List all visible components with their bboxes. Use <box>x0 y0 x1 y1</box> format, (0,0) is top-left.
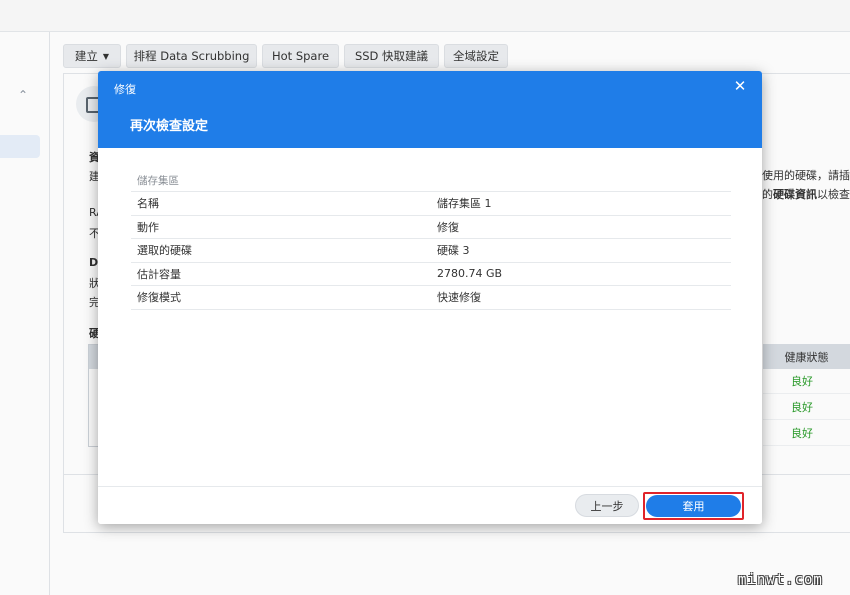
summary-row: 動作 修復 <box>131 216 731 239</box>
back-button-label: 上一步 <box>590 499 624 513</box>
dialog-footer: 上一步 套用 <box>98 486 762 524</box>
summary-key: 修復模式 <box>137 291 181 305</box>
summary-row: 估計容量 2780.74 GB <box>131 263 731 286</box>
summary-row: 名稱 儲存集區 1 <box>131 192 731 216</box>
close-icon[interactable]: ✕ <box>732 78 748 94</box>
summary-key: 動作 <box>137 220 159 234</box>
summary-key: 選取的硬碟 <box>137 244 192 258</box>
section-label-text: 儲存集區 <box>137 174 179 187</box>
summary-value: 儲存集區 1 <box>437 197 492 211</box>
summary-value: 修復 <box>437 220 459 234</box>
settings-summary: 儲存集區 名稱 儲存集區 1 動作 修復 選取的硬碟 硬碟 3 估計容量 278… <box>131 169 731 310</box>
summary-value: 硬碟 3 <box>437 244 470 258</box>
summary-value: 2780.74 GB <box>437 267 503 281</box>
watermark: minwt.com <box>738 572 823 588</box>
summary-key: 名稱 <box>137 197 159 211</box>
apply-button-label: 套用 <box>682 500 705 513</box>
summary-value: 快速修復 <box>437 291 481 305</box>
summary-row: 修復模式 快速修復 <box>131 286 731 310</box>
dialog-header: 修復 ✕ 再次檢查設定 <box>98 71 762 148</box>
dialog-heading: 再次檢查設定 <box>130 119 209 134</box>
dialog-title: 修復 <box>114 83 136 96</box>
section-label: 儲存集區 <box>131 169 731 192</box>
summary-key: 估計容量 <box>137 267 181 281</box>
summary-row: 選取的硬碟 硬碟 3 <box>131 239 731 263</box>
apply-button[interactable]: 套用 <box>646 495 741 517</box>
back-button[interactable]: 上一步 <box>575 494 639 517</box>
repair-dialog: 修復 ✕ 再次檢查設定 儲存集區 名稱 儲存集區 1 動作 修復 選取的硬碟 硬… <box>98 71 762 524</box>
